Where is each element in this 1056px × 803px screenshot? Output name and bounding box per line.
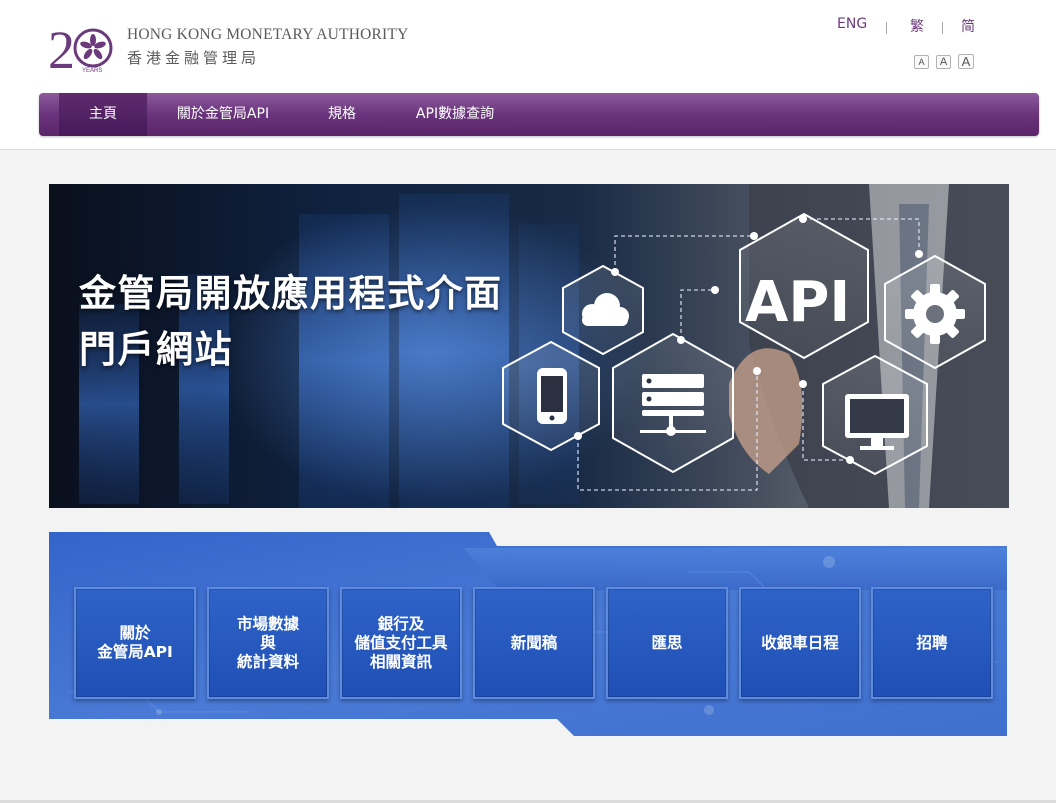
nav-item-home[interactable]: 主頁 — [59, 93, 147, 136]
nav-item-specifications[interactable]: 規格 — [309, 93, 375, 136]
tile-banks-svf-info[interactable]: 銀行及 儲值支付工具 相關資訊 — [340, 587, 462, 699]
svg-text:YEARS: YEARS — [82, 68, 102, 74]
hero-title: 金管局開放應用程式介面 門戶網站 — [79, 266, 503, 378]
main-navigation: 主頁 關於金管局API 規格 API數據查詢 — [39, 93, 1039, 136]
tile-label: 新聞稿 — [510, 633, 558, 652]
tile-market-data-statistics[interactable]: 市場數據 與 統計資料 — [207, 587, 329, 699]
lang-separator — [942, 22, 943, 34]
quick-links-panel: 關於 金管局API 市場數據 與 統計資料 銀行及 儲值支付工具 相關資訊 新聞… — [49, 532, 1009, 738]
tile-label: 銀行及 儲值支付工具 相關資訊 — [354, 614, 448, 671]
tile-insight[interactable]: 匯思 — [606, 587, 728, 699]
svg-text:2: 2 — [48, 20, 75, 74]
hero-title-line-1: 金管局開放應用程式介面 — [79, 272, 503, 315]
tile-label: 市場數據 與 統計資料 — [236, 614, 299, 671]
lang-english-link[interactable]: ENG — [837, 16, 867, 32]
font-size-large-button[interactable]: A — [958, 54, 974, 69]
mobile-phone-icon — [537, 368, 567, 424]
gear-icon — [905, 284, 965, 344]
hero-banner: API 金管局開放應用程式介面 門戶網站 — [49, 184, 1009, 508]
lang-separator — [886, 22, 887, 34]
nav-item-about-hkma-api[interactable]: 關於金管局API — [161, 93, 285, 136]
lang-simplified-chinese-link[interactable]: 简 — [961, 16, 975, 36]
font-size-medium-button[interactable]: A — [936, 55, 951, 69]
font-size-small-button[interactable]: A — [914, 55, 929, 69]
tile-careers[interactable]: 招聘 — [871, 587, 993, 699]
hkma-logo-link[interactable]: 2 YEARS HONG KONG MONETARY AUTHORITY 香港金… — [48, 18, 418, 74]
lang-traditional-chinese-link[interactable]: 繁 — [910, 16, 924, 36]
tile-label: 收銀車日程 — [761, 633, 839, 652]
tile-about-hkma-api[interactable]: 關於 金管局API — [74, 587, 196, 699]
nav-item-api-data-query[interactable]: API數據查詢 — [399, 93, 511, 136]
hero-api-label: API — [745, 270, 850, 335]
hero-title-line-2: 門戶網站 — [79, 328, 233, 371]
tile-label: 匯思 — [651, 633, 683, 652]
site-header: 2 YEARS HONG KONG MONETARY AUTHORITY 香港金… — [0, 0, 1056, 150]
logo-text-english: HONG KONG MONETARY AUTHORITY — [127, 26, 409, 43]
tile-label: 招聘 — [916, 633, 948, 652]
logo-text-chinese: 香港金融管理局 — [127, 49, 261, 67]
tile-press-releases[interactable]: 新聞稿 — [473, 587, 595, 699]
tile-cash-van-schedule[interactable]: 收銀車日程 — [739, 587, 861, 699]
hkma-25-years-emblem-icon: 2 YEARS — [48, 20, 113, 74]
tile-label: 關於 金管局API — [97, 624, 173, 661]
